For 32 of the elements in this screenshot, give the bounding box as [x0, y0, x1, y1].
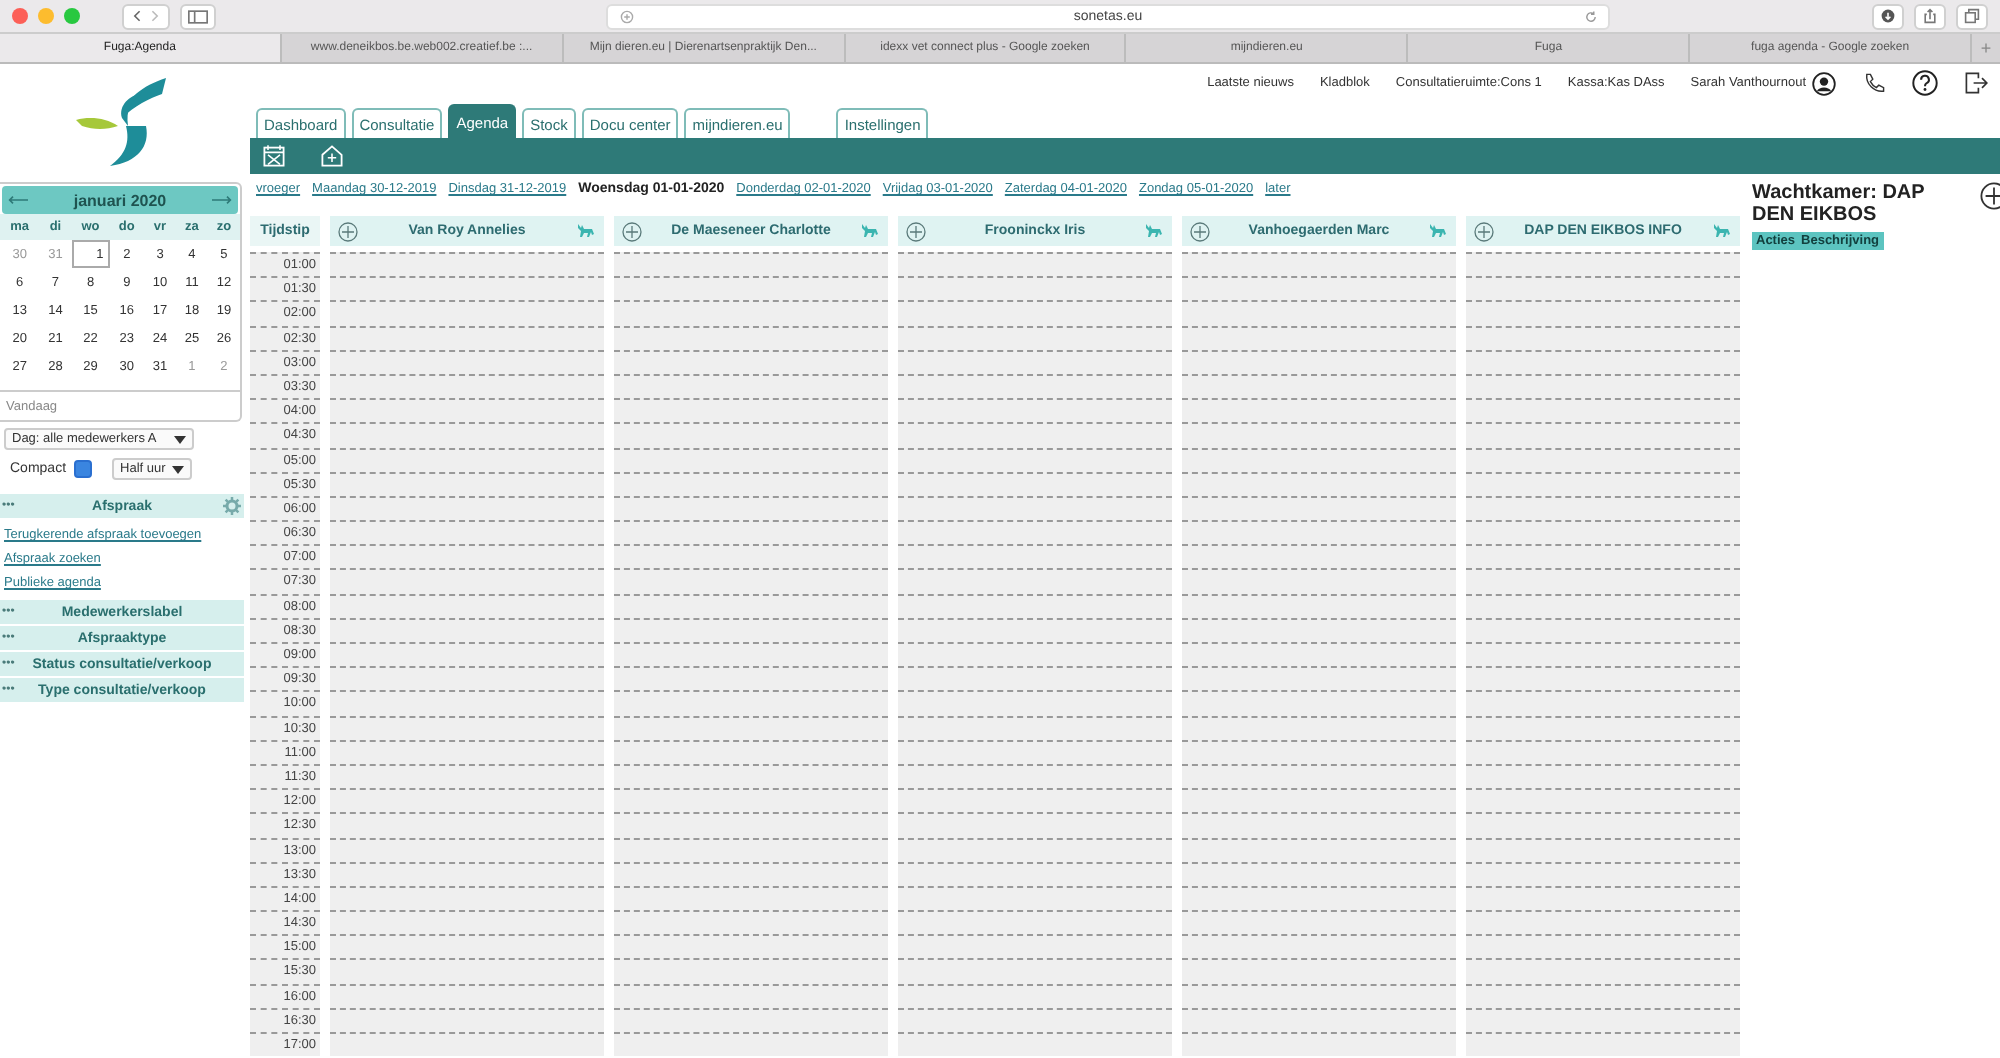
phone-icon[interactable]: [1862, 71, 1886, 95]
time-slots-area[interactable]: [330, 252, 604, 1057]
dropdown-icon: [174, 435, 186, 443]
settings-icon[interactable]: [222, 496, 242, 516]
logo-icon: [74, 78, 170, 166]
time-slots-area[interactable]: [614, 252, 888, 1057]
arrow-right-icon[interactable]: [212, 194, 232, 206]
help-icon[interactable]: [1912, 70, 1938, 96]
animal-icon: [1144, 222, 1164, 240]
tabs-icon[interactable]: [1964, 8, 1980, 24]
time-slots-area[interactable]: [898, 252, 1172, 1057]
animal-icon: [576, 222, 596, 240]
time-slots-area[interactable]: [1182, 252, 1456, 1057]
home-add-icon[interactable]: [320, 144, 344, 168]
back-icon[interactable]: [130, 8, 146, 24]
time-slots-area[interactable]: [1466, 252, 1740, 1057]
animal-icon: [1428, 222, 1448, 240]
add-icon[interactable]: [1980, 182, 2000, 210]
month-title: januari 2020: [73, 191, 167, 209]
download-icon[interactable]: [1880, 8, 1896, 24]
share-icon[interactable]: [1922, 8, 1938, 24]
logout-icon[interactable]: [1964, 70, 1988, 96]
arrow-left-icon[interactable]: [8, 194, 28, 206]
animal-icon: [1712, 222, 1732, 240]
compact-checkbox[interactable]: [74, 460, 93, 478]
sidebar-icon[interactable]: [188, 9, 208, 23]
dropdown-icon: [172, 465, 185, 473]
reload-icon[interactable]: [1584, 9, 1598, 23]
animal-icon: [860, 222, 880, 240]
waiting-room-title: Wachtkamer: DAP DEN EIKBOS: [1752, 182, 1927, 226]
user-icon[interactable]: [1812, 71, 1836, 95]
calendar-icon[interactable]: [262, 144, 286, 168]
